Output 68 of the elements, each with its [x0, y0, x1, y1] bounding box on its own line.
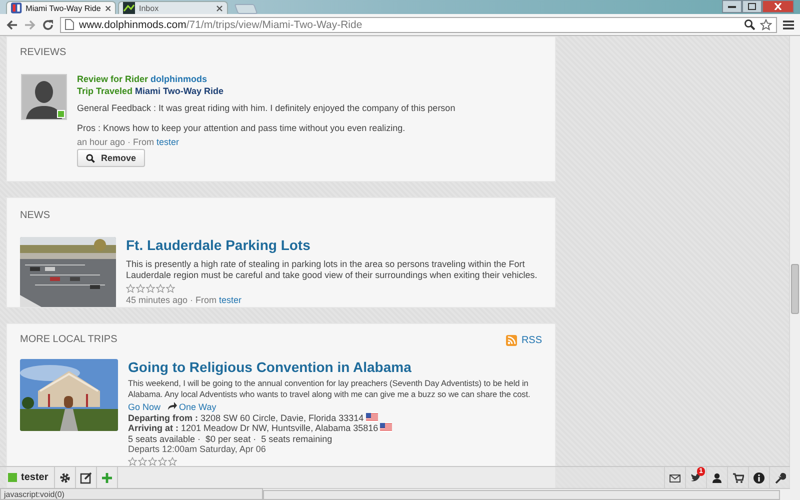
news-title-link[interactable]: Ft. Lauderdale Parking Lots	[126, 237, 542, 254]
share-arrow-icon	[167, 402, 178, 410]
cart-icon[interactable]	[732, 472, 744, 484]
reload-icon[interactable]	[42, 18, 54, 30]
flag-icon	[380, 423, 392, 432]
news-text: This is presently a high rate of stealing in parking lots in the area so persons traveling within the Fort Lauderdale region must be careful and take good view of their surroundings when exiting their vehicles.	[126, 259, 538, 282]
browser-tab[interactable]: Miami Two-Way Ride	[6, 1, 116, 14]
author-link[interactable]: tester	[219, 295, 242, 306]
review-rider-line: Review for Rider dolphinmods	[77, 74, 208, 86]
star-rating[interactable]	[128, 456, 177, 466]
arriving-text: Arriving at : 1201 Meadow Dr NW, Huntsville, Alabama 35816	[128, 423, 378, 434]
departing-text: Departing from : 3208 SW 60 Circle, Davie, Florida 33314	[128, 412, 364, 423]
departs-text: Departs 12:00am Saturday, Apr 06	[128, 444, 267, 455]
star-rating[interactable]	[126, 284, 175, 294]
star-icon[interactable]	[168, 456, 177, 466]
zoom-icon[interactable]	[744, 19, 755, 30]
page-icon	[65, 19, 74, 30]
author-link[interactable]: tester	[156, 137, 180, 148]
status-bar: javascript:void(0)	[0, 488, 263, 500]
browser-tab[interactable]: Inbox	[118, 1, 228, 14]
close-window-button[interactable]	[762, 0, 794, 13]
mail-favicon-icon	[123, 2, 135, 14]
plus-icon[interactable]	[101, 472, 114, 484]
section-heading: REVIEWS	[20, 47, 68, 58]
edit-icon[interactable]	[80, 472, 92, 484]
rider-link[interactable]: dolphinmods	[150, 74, 208, 84]
feedback-text: General Feedback : It was great riding with him. I definitely enjoyed the company of this person	[77, 103, 456, 114]
star-icon[interactable]	[166, 284, 175, 294]
star-icon[interactable]	[128, 456, 137, 466]
remove-button[interactable]: Remove	[77, 149, 146, 168]
minimize-icon	[728, 5, 736, 8]
menu-icon[interactable]	[783, 20, 794, 30]
trip-traveled-line: Trip Traveled Miami Two-Way Ride	[77, 86, 225, 98]
star-icon[interactable]	[148, 456, 157, 466]
section-heading: NEWS	[20, 210, 51, 222]
trip-title-link[interactable]: Going to Religious Convention in Alabama	[128, 359, 542, 376]
meta-line: an hour ago · From tester	[77, 137, 180, 148]
pros-text: Pros : Knows how to keep your attention and pass time without you even realizing.	[77, 123, 406, 134]
person-icon[interactable]	[711, 472, 723, 484]
star-icon[interactable]	[158, 456, 167, 466]
search-icon	[86, 154, 95, 163]
close-icon	[774, 3, 782, 10]
rss-link[interactable]: RSS	[506, 334, 542, 346]
bookmark-star-icon[interactable]	[760, 18, 772, 30]
info-icon[interactable]	[753, 472, 765, 484]
star-icon[interactable]	[126, 284, 135, 294]
flag-icon	[366, 412, 378, 422]
go-now-link[interactable]: Go Now	[128, 402, 161, 412]
one-way-link[interactable]: One Way	[163, 402, 216, 412]
close-icon[interactable]	[216, 4, 223, 12]
star-icon[interactable]	[146, 284, 155, 294]
settings-icon[interactable]	[59, 472, 72, 484]
minimize-button[interactable]	[722, 0, 742, 13]
mail-icon[interactable]	[669, 472, 681, 484]
back-icon[interactable]	[6, 18, 18, 30]
meta-line: 45 minutes ago · From tester	[126, 295, 243, 306]
trip-text: This weekend, I will be going to the annual convention for lay preachers (Seventh Day Adventists) to be held in Alabama. Any local Adventists who wants to travel along with me can give me a buzz so we can share the cost.	[128, 378, 532, 400]
rss-icon	[506, 334, 518, 346]
section-heading: MORE LOCAL TRIPS	[20, 334, 118, 346]
maximize-button[interactable]	[742, 0, 762, 13]
seats-text: 5 seats available · $0 per seat · 5 seats remaining	[128, 434, 334, 444]
close-icon[interactable]	[104, 4, 111, 12]
star-icon[interactable]	[138, 456, 147, 466]
maximize-icon	[748, 3, 756, 10]
trip-link[interactable]: Miami Two-Way Ride	[135, 86, 224, 96]
star-icon[interactable]	[136, 284, 145, 294]
address-field[interactable]: www.dolphinmods.com/71/m/trips/view/Miami-Two-Way-Ride	[60, 16, 777, 32]
star-icon[interactable]	[156, 284, 165, 294]
